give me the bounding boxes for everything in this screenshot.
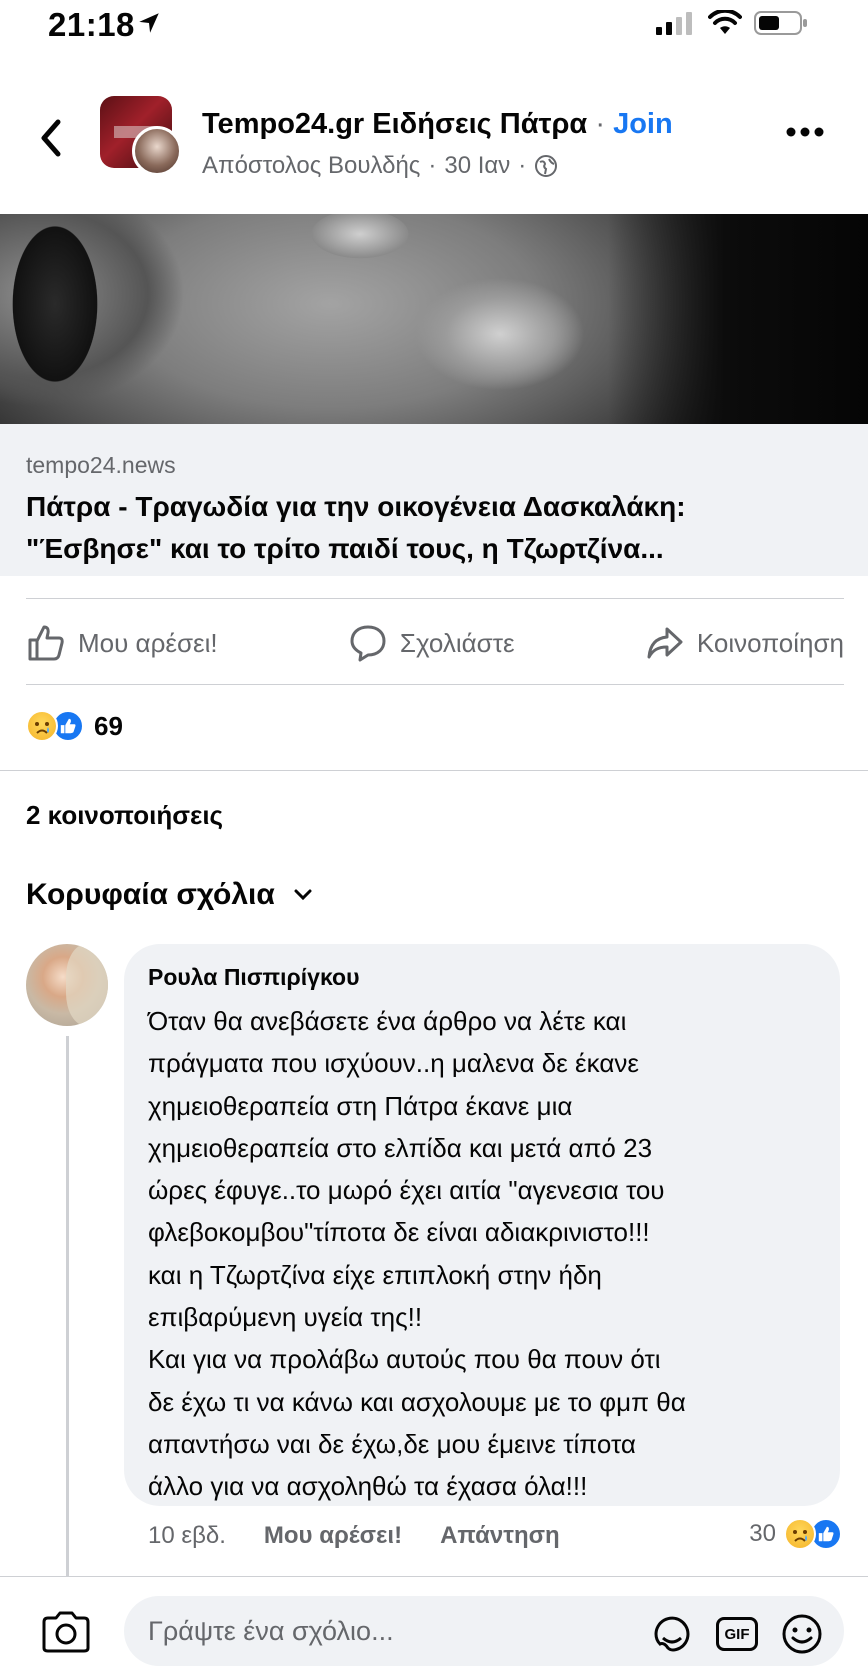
comment-input-placeholder: Γράψτε ένα σχόλιο... — [148, 1616, 394, 1646]
comment-line: απαντήσω ναι δε έχω,δε μου έμεινε τίποτα — [148, 1428, 636, 1459]
comment-bubble-icon — [350, 625, 386, 662]
thread-line — [66, 1036, 69, 1576]
sad-emoji-icon — [26, 710, 58, 742]
image-shadow — [608, 214, 868, 424]
more-options-icon[interactable] — [786, 122, 824, 142]
comment-line: ώρες έφυγε..το μωρό έχει αιτία "αγενεσια… — [148, 1175, 665, 1206]
gif-label: GIF — [724, 1625, 750, 1643]
status-icons — [656, 10, 808, 36]
group-title: Tempo24.gr Ειδήσεις Πάτρα · Join — [202, 108, 673, 141]
author-name[interactable]: Απόστολος Βουλδής — [202, 152, 420, 180]
status-time: 21:18 — [48, 6, 135, 43]
like-label: Μου αρέσει! — [78, 627, 218, 658]
location-arrow-icon — [139, 13, 159, 33]
commenter-avatar[interactable] — [26, 944, 108, 1026]
camera-icon[interactable] — [40, 1610, 92, 1654]
link-title-line-1: Πάτρα - Τραγωδία για την οικογένεια Δασκ… — [26, 491, 686, 522]
post-actions: Μου αρέσει! Σχολιάστε Κοινοποίηση — [26, 618, 844, 668]
shares-count[interactable]: 2 κοινοποιήσεις — [26, 800, 223, 831]
link-domain: tempo24.news — [26, 452, 176, 478]
comment-sort-label: Κορυφαία σχόλια — [26, 878, 275, 911]
comment-reaction-count: 30 — [749, 1520, 776, 1547]
link-title-line-2: "Έσβησε" και το τρίτο παιδί τους, η Τζωρ… — [26, 533, 664, 564]
comment-reactions[interactable]: 30 — [749, 1518, 842, 1550]
reaction-summary[interactable]: 69 — [26, 710, 123, 742]
comment-like-button[interactable]: Μου αρέσει! — [264, 1522, 402, 1550]
comment-author[interactable]: Ρουλα Πισπιρίγκου — [148, 964, 359, 991]
title-separator: · — [595, 108, 605, 140]
comment-text: Όταν θα ανεβάσετε ένα άρθρο να λέτε και … — [148, 1000, 828, 1508]
comment-reply-button[interactable]: Απάντηση — [440, 1522, 560, 1550]
divider — [0, 1576, 868, 1577]
join-button[interactable]: Join — [613, 108, 673, 140]
comment-sort-dropdown[interactable]: Κορυφαία σχόλια — [26, 878, 313, 912]
comment-line: Όταν θα ανεβάσετε ένα άρθρο να λέτε και — [148, 1006, 627, 1036]
divider — [26, 598, 844, 599]
comment-label: Σχολιάστε — [399, 627, 515, 658]
divider — [0, 770, 868, 771]
comment-footer: 10 εβδ. Μου αρέσει! Απάντηση — [148, 1522, 560, 1550]
comment-age[interactable]: 10 εβδ. — [148, 1522, 226, 1550]
reaction-count: 69 — [94, 710, 123, 741]
comment-line: δε έχω τι να κάνω και ασχολουμε με το φμ… — [148, 1386, 686, 1417]
comment-line: χημειοθεραπεία στο ελπίδα και μετά από 2… — [148, 1132, 653, 1163]
cellular-signal-icon — [656, 12, 692, 35]
like-button[interactable]: Μου αρέσει! — [26, 623, 218, 663]
divider — [26, 684, 844, 685]
post-time[interactable]: 30 Ιαν — [444, 152, 510, 180]
composer-tools: GIF — [650, 1612, 824, 1656]
comment-button[interactable]: Σχολιάστε — [348, 623, 515, 663]
thumbs-up-icon — [28, 625, 64, 661]
article-image[interactable] — [0, 214, 868, 424]
comment-line: επιβαρύμενη υγεία της!! — [148, 1302, 423, 1333]
post-meta: Απόστολος Βουλδής · 30 Ιαν · — [202, 152, 558, 180]
wifi-icon — [708, 10, 742, 34]
emoji-icon[interactable] — [780, 1612, 824, 1656]
comment-line: Και για να προλάβω αυτούς που θα πουν ότ… — [148, 1344, 661, 1375]
gif-icon[interactable]: GIF — [716, 1617, 758, 1651]
meta-separator-2: · — [518, 152, 527, 179]
meta-separator: · — [428, 152, 437, 179]
chevron-down-icon — [294, 889, 312, 901]
battery-icon — [754, 11, 807, 35]
author-avatar — [132, 126, 182, 176]
comment-line: άλλο για να ασχοληθώ τα έχασα όλα!!! — [148, 1471, 588, 1502]
sad-emoji-icon — [784, 1518, 816, 1550]
link-title: Πάτρα - Τραγωδία για την οικογένεια Δασκ… — [26, 486, 846, 570]
group-avatar[interactable] — [100, 96, 182, 176]
comment-line: και η Τζωρτζίνα είχε επιπλοκή στην ήδη — [148, 1259, 602, 1290]
globe-icon — [535, 155, 558, 177]
share-button[interactable]: Κοινοποίηση — [645, 623, 844, 663]
share-arrow-icon — [647, 627, 683, 659]
group-name-link[interactable]: Tempo24.gr Ειδήσεις Πάτρα — [202, 108, 587, 140]
sticker-icon[interactable] — [650, 1612, 694, 1656]
comment-line: πράγματα που ισχύουν..η μαλενα δε έκανε — [148, 1048, 639, 1079]
comment-line: φλεβοκομβου"τίποτα δε είναι αδιακρινιστο… — [148, 1217, 650, 1248]
comment-line: χημειοθεραπεία στη Πάτρα έκανε μια — [148, 1090, 573, 1121]
share-label: Κοινοποίηση — [696, 627, 844, 658]
back-chevron-icon[interactable] — [36, 118, 66, 158]
